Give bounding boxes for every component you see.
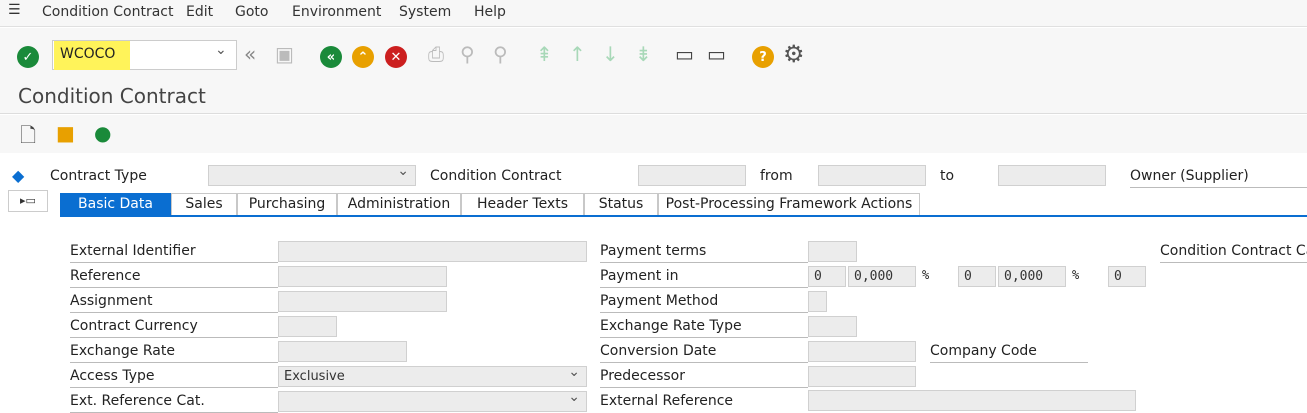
menu-bar: ☰ Condition Contract Edit Goto Environme… (0, 0, 1307, 27)
menu-help[interactable]: Help (474, 4, 506, 20)
exit-icon[interactable]: ⌃ (352, 46, 374, 68)
payment-days-3[interactable]: 0 (1108, 266, 1146, 287)
shortcut-icon[interactable]: ▭ (707, 42, 726, 66)
tab-ppf-actions[interactable]: Post-Processing Framework Actions (658, 193, 920, 215)
new-session-icon[interactable]: ▭ (675, 42, 694, 66)
exchange-rate-type-label: Exchange Rate Type (600, 318, 742, 334)
contract-type-label: Contract Type (50, 168, 147, 184)
payment-pct-1[interactable]: 0,000 (848, 266, 916, 287)
create-icon[interactable]: 🗋 (20, 121, 36, 155)
external-identifier-input[interactable] (278, 241, 587, 262)
menu-edit[interactable]: Edit (186, 4, 213, 20)
exchange-rate-input[interactable] (278, 341, 407, 362)
tab-status[interactable]: Status (584, 193, 658, 215)
percent-sign: % (1072, 268, 1080, 282)
menu-icon[interactable]: ☰ (8, 2, 21, 18)
payment-days-2[interactable]: 0 (958, 266, 996, 287)
external-reference-input[interactable] (808, 390, 1136, 411)
application-toolbar: 🗋 ■ ● (0, 115, 1307, 153)
reference-label: Reference (70, 268, 141, 284)
assignment-label: Assignment (70, 293, 153, 309)
from-label: from (760, 168, 793, 184)
payment-pct-2[interactable]: 0,000 (998, 266, 1066, 287)
settings-icon[interactable]: ⚙ (783, 40, 805, 68)
tab-sales[interactable]: Sales (171, 193, 237, 215)
first-page-icon[interactable]: ⇞ (536, 42, 553, 66)
condition-contract-input[interactable] (638, 165, 746, 186)
tab-administration[interactable]: Administration (337, 193, 461, 215)
page-title: Condition Contract (18, 84, 206, 108)
access-type-label: Access Type (70, 368, 155, 384)
external-identifier-label: External Identifier (70, 243, 196, 259)
find-icon[interactable]: ⚲ (460, 42, 475, 66)
payment-in-label: Payment in (600, 268, 679, 284)
menu-condition-contract[interactable]: Condition Contract (42, 4, 173, 20)
predecessor-input[interactable] (808, 366, 916, 387)
access-type-select[interactable]: Exclusive (278, 364, 587, 387)
to-label: to (940, 168, 955, 184)
ext-reference-cat-select[interactable] (278, 389, 587, 412)
payment-days-1[interactable]: 0 (808, 266, 846, 287)
exchange-rate-label: Exchange Rate (70, 343, 175, 359)
last-page-icon[interactable]: ⇟ (635, 42, 652, 66)
menu-environment[interactable]: Environment (292, 4, 381, 20)
save-icon[interactable]: ▣ (275, 42, 294, 66)
double-chevron-left-icon[interactable]: « (244, 42, 256, 66)
menu-system[interactable]: System (399, 4, 451, 20)
find-next-icon[interactable]: ⚲ (493, 42, 508, 66)
reference-input[interactable] (278, 266, 447, 287)
payment-method-input[interactable] (808, 291, 827, 312)
assignment-input[interactable] (278, 291, 447, 312)
category-label: Condition Contract Cate (1160, 243, 1307, 259)
print-icon[interactable]: ⎙ (428, 42, 444, 66)
condition-contract-label: Condition Contract (430, 168, 562, 184)
percent-sign: % (922, 268, 930, 282)
owner-label: Owner (Supplier) (1130, 168, 1249, 184)
help-icon[interactable]: ? (752, 46, 774, 68)
contract-currency-input[interactable] (278, 316, 337, 337)
user-icon[interactable]: ● (94, 121, 111, 145)
conversion-date-label: Conversion Date (600, 343, 717, 359)
next-page-icon[interactable]: ↓ (602, 42, 619, 66)
contract-currency-label: Contract Currency (70, 318, 198, 334)
back-icon[interactable]: « (320, 46, 342, 68)
payment-terms-label: Payment terms (600, 243, 707, 259)
change-icon[interactable]: ■ (56, 121, 75, 145)
payment-terms-input[interactable] (808, 241, 857, 262)
exchange-rate-type-input[interactable] (808, 316, 857, 337)
tab-header-texts[interactable]: Header Texts (461, 193, 584, 215)
diamond-icon: ◆ (12, 166, 25, 185)
tab-purchasing[interactable]: Purchasing (237, 193, 337, 215)
from-input[interactable] (818, 165, 926, 186)
company-code-label: Company Code (930, 343, 1037, 359)
contract-type-select[interactable] (208, 163, 416, 186)
menu-goto[interactable]: Goto (235, 4, 268, 20)
cancel-icon[interactable]: ✕ (385, 46, 407, 68)
tab-underline (60, 215, 1307, 217)
conversion-date-input[interactable] (808, 341, 916, 362)
tab-basic-data[interactable]: Basic Data (60, 193, 171, 215)
command-value[interactable]: WCOCO (60, 46, 115, 62)
predecessor-label: Predecessor (600, 368, 685, 384)
chevron-down-icon[interactable]: ⌄ (215, 42, 227, 58)
to-input[interactable] (998, 165, 1106, 186)
expand-header-button[interactable]: ▸▭ (8, 190, 48, 212)
enter-icon[interactable]: ✓ (17, 46, 39, 68)
previous-page-icon[interactable]: ↑ (569, 42, 586, 66)
payment-method-label: Payment Method (600, 293, 719, 309)
